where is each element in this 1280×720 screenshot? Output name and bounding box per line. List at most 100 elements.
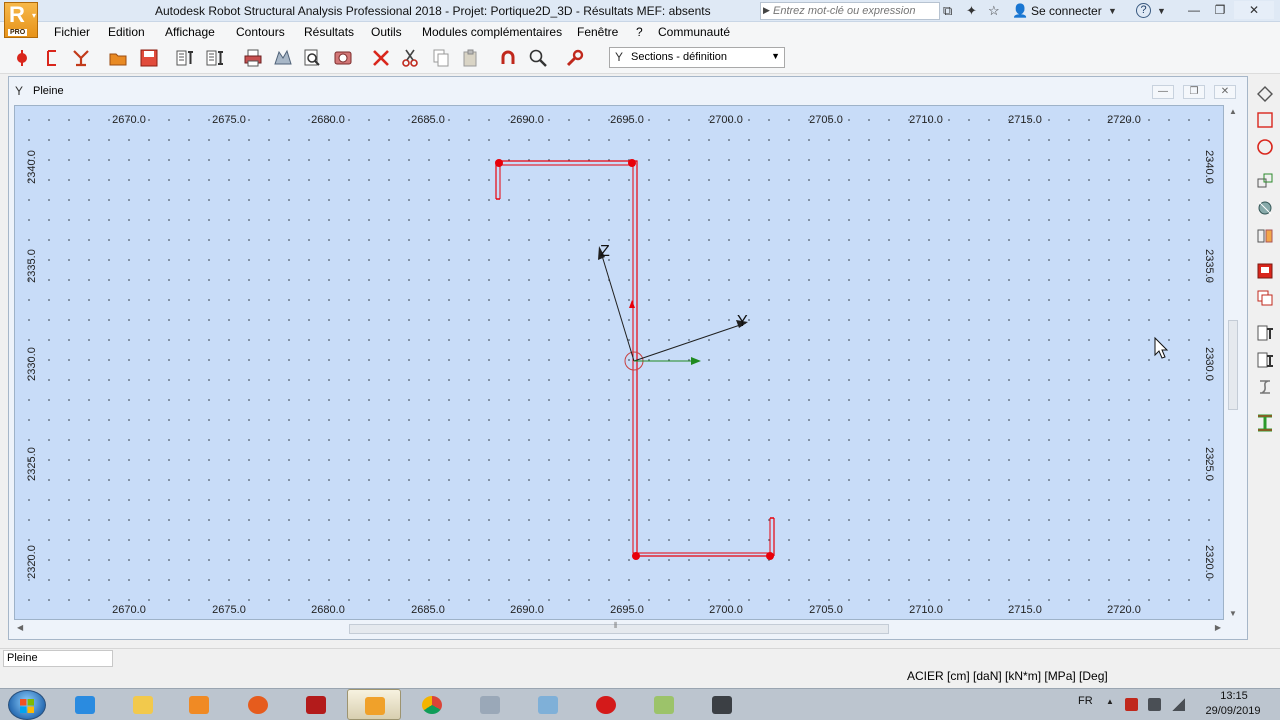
zoom-icon[interactable] — [302, 48, 322, 68]
horizontal-scrollbar[interactable]: ◀ ⦀ ▶ — [14, 620, 1224, 638]
scroll-down-icon[interactable]: ▼ — [1229, 609, 1237, 618]
drawing-canvas[interactable]: 2670.0 2675.0 2680.0 2685.0 2690.0 2695.… — [14, 105, 1224, 620]
scroll-up-icon[interactable]: ▲ — [1229, 107, 1237, 116]
rotate-icon[interactable] — [1255, 198, 1275, 218]
menu-help[interactable]: ? — [636, 25, 643, 39]
start-button[interactable] — [8, 690, 46, 720]
mirror-icon[interactable] — [1255, 226, 1275, 246]
menu-contours[interactable]: Contours — [236, 25, 285, 39]
vertical-scrollbar[interactable]: ▲ ▼ — [1224, 105, 1242, 620]
save-icon[interactable] — [139, 48, 159, 68]
user-icon[interactable]: 👤 — [1012, 3, 1028, 19]
zoom-window-icon[interactable] — [528, 48, 548, 68]
channel-section[interactable] — [495, 160, 775, 557]
clock-time[interactable]: 13:15 — [1206, 690, 1262, 702]
section-icon[interactable] — [71, 48, 91, 68]
app-logo[interactable]: R ▾ PRO — [4, 2, 38, 38]
sign-in-button[interactable]: Se connecter — [1031, 4, 1102, 18]
delete-icon[interactable] — [371, 48, 391, 68]
minimize-button[interactable]: — — [1180, 1, 1208, 19]
windows-logo-icon — [20, 699, 34, 713]
offset-icon[interactable] — [1255, 171, 1275, 191]
x-tick-top: 2670.0 — [112, 114, 146, 126]
steel-section-icon[interactable] — [1255, 413, 1275, 433]
binoculars-icon[interactable]: ⧉ — [943, 3, 952, 19]
taskbar-paint-brush[interactable] — [521, 689, 575, 720]
help-dropdown-icon[interactable]: ▼ — [1157, 6, 1166, 16]
rectangle-icon[interactable] — [1255, 110, 1275, 130]
copy-icon[interactable] — [431, 48, 451, 68]
signin-dropdown-icon[interactable]: ▼ — [1108, 6, 1117, 16]
wrench-icon[interactable] — [565, 48, 585, 68]
properties-list-icon[interactable] — [1255, 323, 1275, 343]
communication-icon[interactable]: ✦ — [966, 3, 977, 19]
help-icon[interactable]: ? — [1136, 3, 1151, 18]
chevron-down-icon[interactable]: ▼ — [771, 51, 780, 61]
child-close-button[interactable]: ✕ — [1214, 85, 1236, 99]
taskbar-tool[interactable] — [695, 689, 749, 720]
paste-icon[interactable] — [461, 48, 481, 68]
close-button[interactable]: ✕ — [1234, 1, 1274, 19]
maximize-button[interactable]: ❐ — [1206, 1, 1234, 19]
taskbar-firefox[interactable] — [231, 689, 285, 720]
menu-resultats[interactable]: Résultats — [304, 25, 354, 39]
menu-communaute[interactable]: Communauté — [658, 25, 730, 39]
taskbar-robot[interactable] — [347, 689, 401, 720]
x-tick-bottom: 2720.0 — [1107, 604, 1141, 616]
taskbar-chrome[interactable] — [405, 689, 459, 720]
favorites-star-icon[interactable]: ☆ — [988, 3, 1000, 19]
screen-capture-icon[interactable] — [333, 48, 353, 68]
menu-edition[interactable]: Edition — [108, 25, 145, 39]
cut-icon[interactable] — [400, 48, 420, 68]
menu-modules[interactable]: Modules complémentaires — [422, 25, 562, 39]
clock-date[interactable]: 29/09/2019 — [1198, 705, 1268, 717]
layout-select-value: Sections - définition — [631, 51, 727, 63]
status-view-name: Pleine — [7, 652, 38, 664]
print-preview-icon[interactable] — [273, 48, 293, 68]
menu-fenetre[interactable]: Fenêtre — [577, 25, 618, 39]
tray-network-icon[interactable] — [1172, 698, 1185, 711]
properties-list2-icon[interactable] — [1255, 350, 1275, 370]
tray-security-icon[interactable] — [1125, 698, 1138, 711]
tray-expand-icon[interactable]: ▲ — [1106, 697, 1114, 706]
undo-icon[interactable] — [498, 48, 518, 68]
tray-volume-icon[interactable] — [1148, 698, 1161, 711]
scroll-left-icon[interactable]: ◀ — [17, 623, 23, 632]
horizontal-scroll-thumb[interactable] — [349, 624, 889, 634]
search-box[interactable]: ▶ — [760, 2, 940, 20]
properties-icon[interactable] — [175, 48, 195, 68]
media-player-icon — [189, 696, 209, 714]
search-input[interactable] — [773, 4, 938, 18]
polyline-icon[interactable] — [1255, 84, 1275, 104]
structure-icon[interactable] — [12, 48, 32, 68]
scroll-right-icon[interactable]: ▶ — [1215, 623, 1221, 632]
child-maximize-button[interactable]: ❐ — [1183, 85, 1205, 99]
menu-outils[interactable]: Outils — [371, 25, 402, 39]
properties2-icon[interactable] — [205, 48, 225, 68]
bar-icon[interactable] — [42, 48, 62, 68]
taskbar-autocad[interactable] — [289, 689, 343, 720]
tray-language[interactable]: FR — [1078, 695, 1093, 707]
vertical-scroll-thumb[interactable] — [1228, 320, 1238, 410]
taskbar-internet-explorer[interactable] — [58, 689, 112, 720]
child-minimize-button[interactable]: — — [1152, 85, 1174, 99]
section-db-icon[interactable] — [1255, 261, 1275, 281]
layers-icon[interactable] — [1255, 288, 1275, 308]
menu-affichage[interactable]: Affichage — [165, 25, 215, 39]
open-icon[interactable] — [108, 48, 128, 68]
print-icon[interactable] — [243, 48, 263, 68]
right-toolbar — [1252, 76, 1278, 640]
layout-select[interactable]: Y Sections - définition ▼ — [609, 47, 785, 68]
autocad-icon — [306, 696, 326, 714]
x-tick-bottom: 2675.0 — [212, 604, 246, 616]
taskbar-file-explorer[interactable] — [116, 689, 170, 720]
stiffener-icon[interactable] — [1255, 377, 1275, 397]
menu-fichier[interactable]: Fichier — [54, 25, 90, 39]
taskbar-notepad[interactable] — [637, 689, 691, 720]
taskbar-paint[interactable] — [463, 689, 517, 720]
taskbar-opera[interactable] — [579, 689, 633, 720]
search-expand-icon[interactable]: ▶ — [763, 5, 770, 16]
circle-icon[interactable] — [1255, 137, 1275, 157]
taskbar-media-player[interactable] — [172, 689, 226, 720]
status-units[interactable]: ACIER [cm] [daN] [kN*m] [MPa] [Deg] — [907, 669, 1108, 683]
